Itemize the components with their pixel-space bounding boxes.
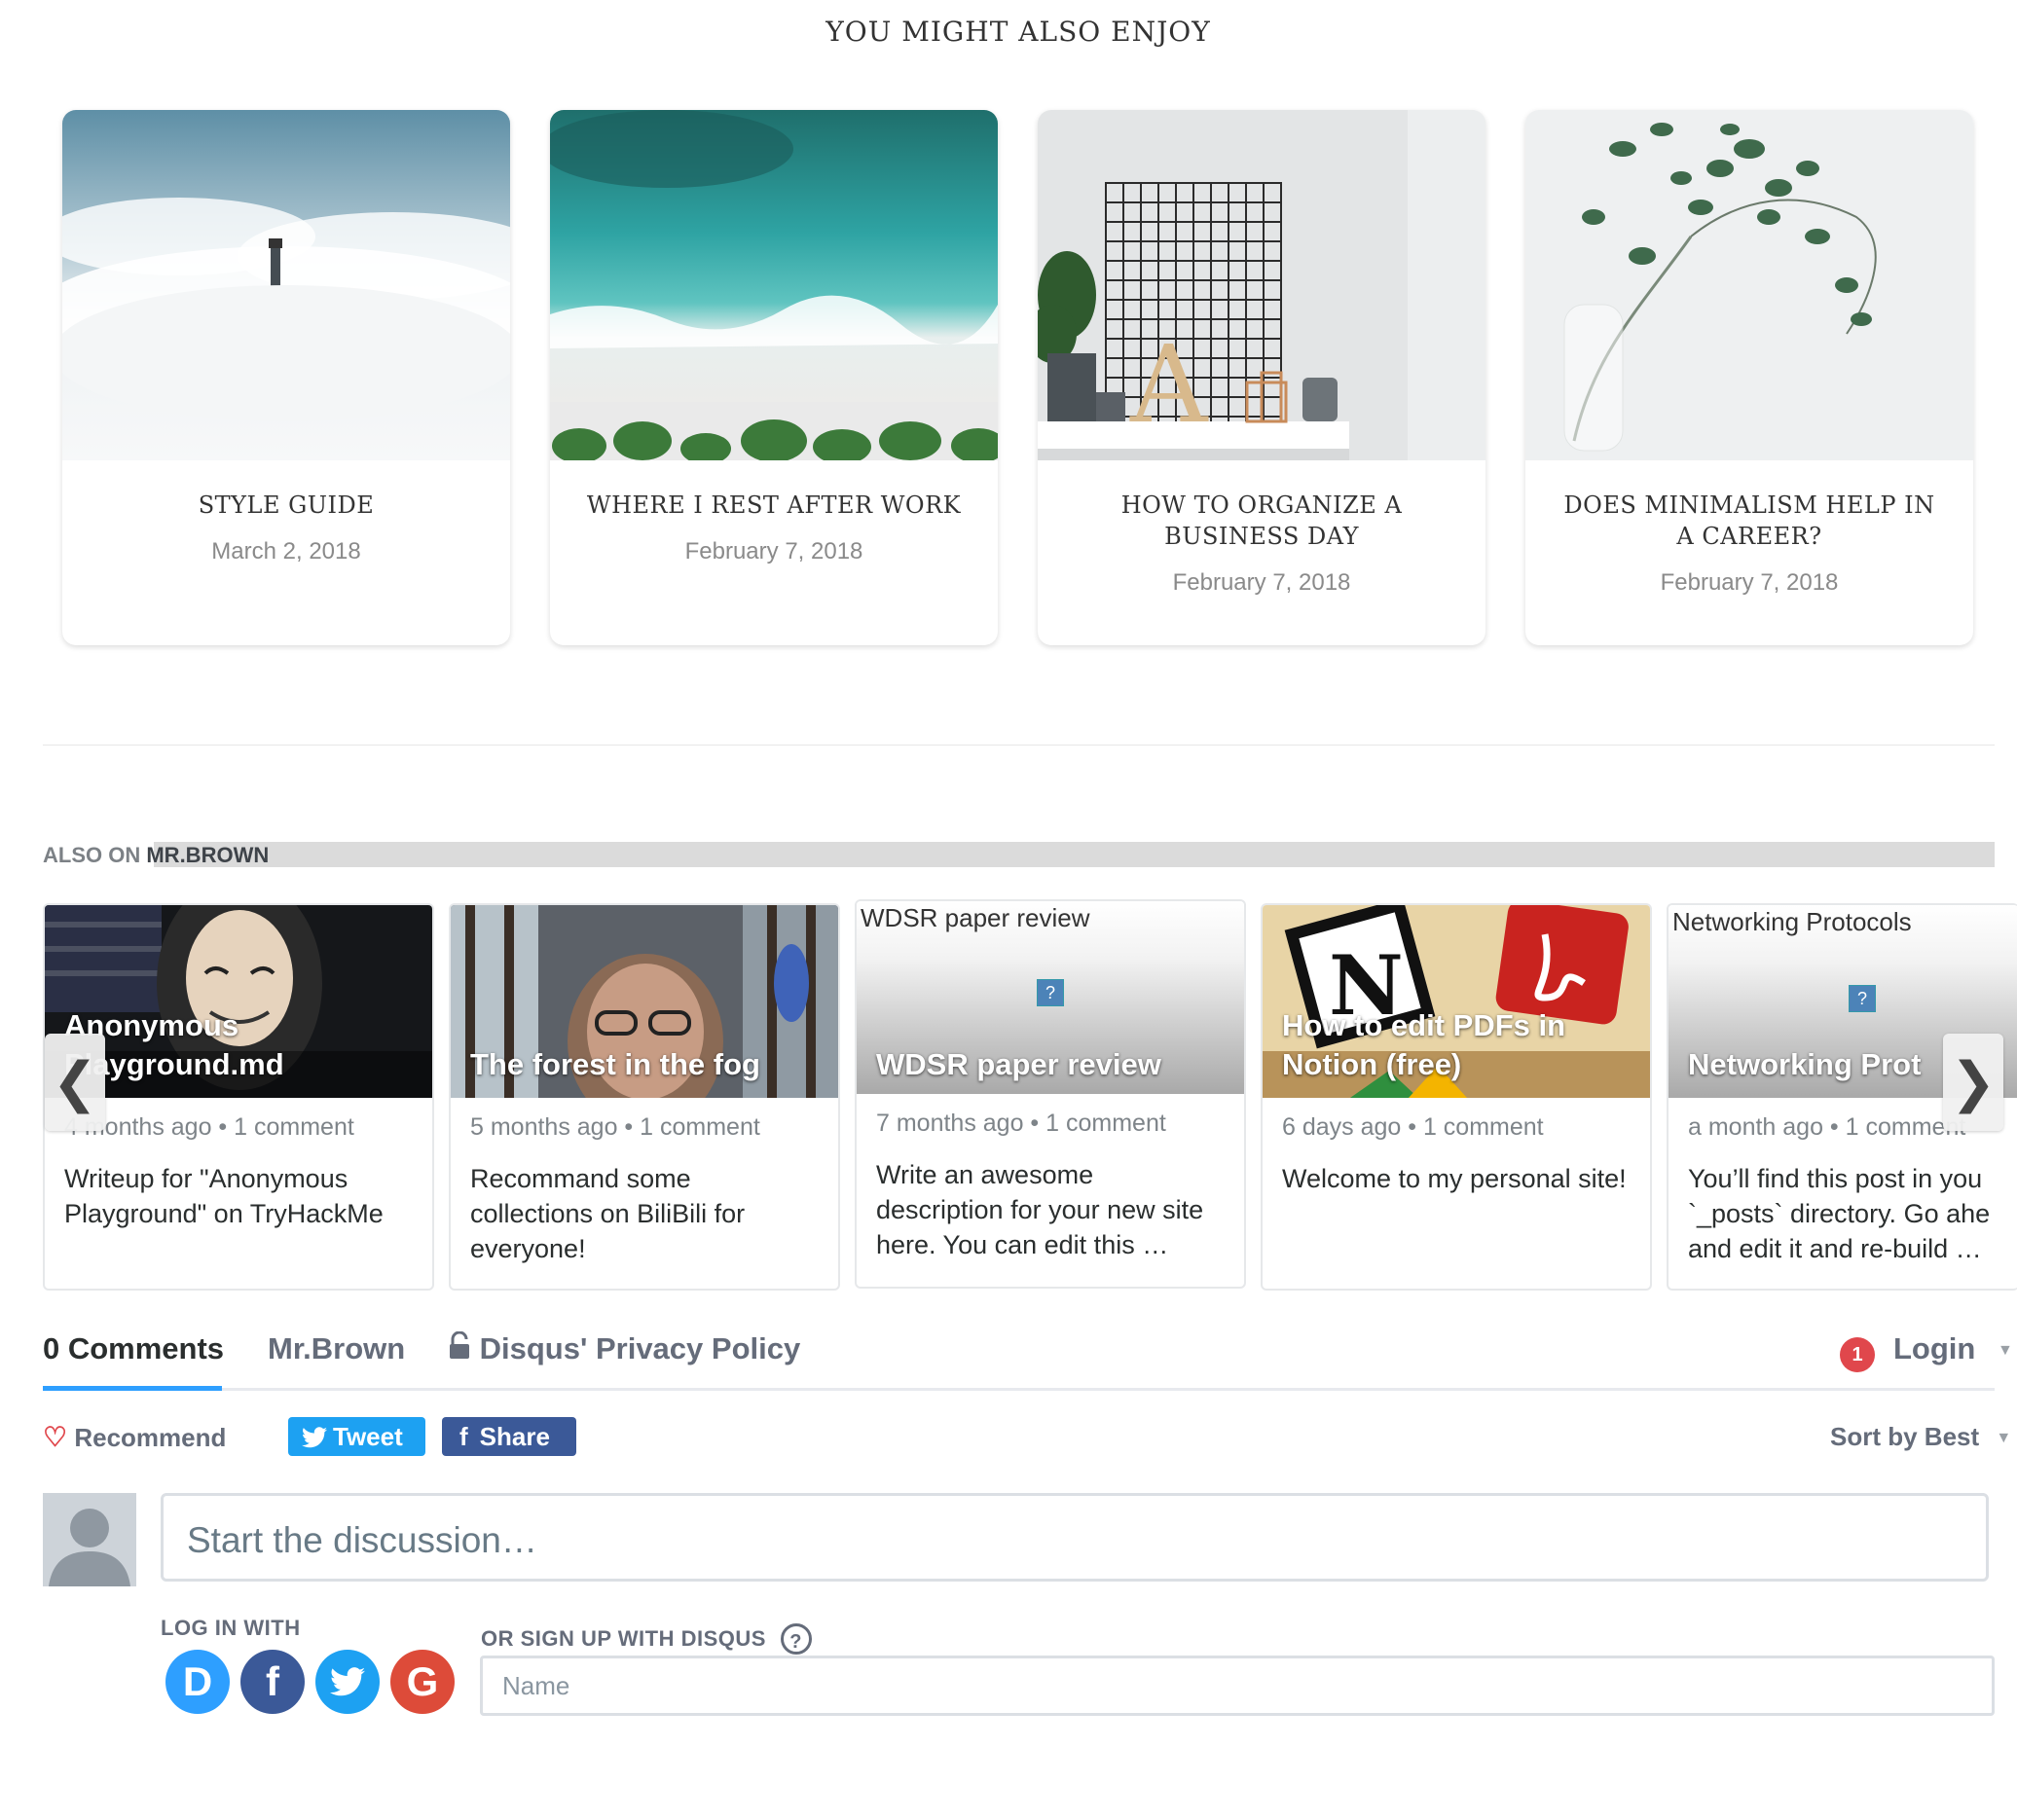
avatar xyxy=(43,1493,136,1586)
plant-image[interactable] xyxy=(1525,110,1973,460)
signup-heading: OR SIGN UP WITH DISQUS ? xyxy=(481,1623,812,1655)
recommend-label: Recommend xyxy=(74,1423,227,1452)
beach-image[interactable] xyxy=(550,110,998,460)
help-icon[interactable]: ? xyxy=(780,1623,812,1655)
also-on-site[interactable]: MR.BROWN xyxy=(146,843,269,867)
item-meta: 7 months ago • 1 comment xyxy=(876,1110,1166,1137)
share-button[interactable]: f Share xyxy=(442,1417,576,1456)
svg-text:A: A xyxy=(1129,322,1209,447)
related-card-rest-after-work[interactable]: WHERE I REST AFTER WORK February 7, 2018 xyxy=(550,110,998,645)
user-icon xyxy=(49,1509,130,1586)
facebook-icon: f xyxy=(459,1422,468,1451)
facebook-login-icon[interactable]: f xyxy=(240,1650,305,1714)
also-on-item[interactable]: The forest in the fog 5 months ago • 1 c… xyxy=(449,903,840,1291)
twitter-icon xyxy=(302,1427,327,1448)
login-label: Login xyxy=(1893,1331,1976,1365)
related-title[interactable]: STYLE GUIDE xyxy=(92,490,481,521)
related-title[interactable]: HOW TO ORGANIZE A BUSINESS DAY xyxy=(1067,490,1456,552)
item-description: Welcome to my personal site! xyxy=(1282,1164,1627,1193)
related-date: February 7, 2018 xyxy=(684,538,863,564)
item-title[interactable]: Anonymous Playground.md xyxy=(64,1006,422,1084)
broken-image-icon: ? xyxy=(1849,985,1876,1012)
related-title[interactable]: DOES MINIMALISM HELP IN A CAREER? xyxy=(1555,490,1944,552)
twitter-icon xyxy=(330,1667,365,1696)
lighthouse-image[interactable] xyxy=(62,110,510,460)
item-thumbnail[interactable]: WDSR paper review ? WDSR paper review xyxy=(857,901,1244,1094)
broken-image-icon: ? xyxy=(1037,979,1064,1006)
discussion-input[interactable]: Start the discussion… xyxy=(161,1493,1989,1582)
item-description: Writeup for "Anonymous Playground" on Tr… xyxy=(64,1164,384,1228)
login-button[interactable]: Login ▼ xyxy=(1893,1331,2013,1366)
item-thumbnail[interactable]: The forest in the fog xyxy=(451,905,838,1098)
login-with-heading: LOG IN WITH xyxy=(161,1616,301,1640)
tab-community[interactable]: Mr.Brown xyxy=(268,1331,405,1366)
item-thumbnail[interactable]: N How to edit PDFs in Notion (free) xyxy=(1263,905,1650,1098)
sort-label: Sort by Best xyxy=(1830,1422,1980,1451)
name-field[interactable]: Name xyxy=(480,1656,1995,1716)
related-date: February 7, 2018 xyxy=(1172,569,1351,596)
related-heading: YOU MIGHT ALSO ENJOY xyxy=(825,16,1211,48)
chevron-down-icon: ▼ xyxy=(1997,1342,2013,1359)
item-title[interactable]: How to edit PDFs in Notion (free) xyxy=(1282,1006,1640,1084)
carousel-prev-button[interactable]: ❮ xyxy=(45,1034,105,1131)
heart-icon: ♡ xyxy=(43,1422,68,1452)
tweet-button[interactable]: Tweet xyxy=(288,1417,425,1456)
tweet-label: Tweet xyxy=(333,1422,403,1451)
also-on-item[interactable]: WDSR paper review ? WDSR paper review 7 … xyxy=(855,899,1246,1289)
related-date: March 2, 2018 xyxy=(211,538,361,564)
section-divider xyxy=(43,745,1995,746)
broken-image-alt: Networking Protocols xyxy=(1672,907,1912,936)
broken-image-alt: WDSR paper review xyxy=(861,903,1090,932)
notification-badge[interactable]: 1 xyxy=(1840,1337,1875,1372)
item-description: Write an awesome description for your ne… xyxy=(876,1160,1204,1259)
lock-icon xyxy=(450,1330,469,1359)
google-login-icon[interactable]: G xyxy=(390,1650,455,1714)
also-on-item[interactable]: N How to edit PDFs in Notion (free) 6 da… xyxy=(1261,903,1652,1291)
related-title[interactable]: WHERE I REST AFTER WORK xyxy=(579,490,969,521)
tab-comments[interactable]: 0 Comments xyxy=(43,1331,224,1366)
related-card-minimalism[interactable]: DOES MINIMALISM HELP IN A CAREER? Februa… xyxy=(1525,110,1973,645)
also-on-prefix: ALSO ON xyxy=(43,843,141,867)
item-description: You’ll find this post in you `_posts` di… xyxy=(1688,1164,1991,1263)
item-meta: 6 days ago • 1 comment xyxy=(1282,1113,1544,1141)
related-card-style-guide[interactable]: STYLE GUIDE March 2, 2018 xyxy=(62,110,510,645)
also-on-heading: ALSO ON MR.BROWN xyxy=(43,843,269,868)
disqus-login-icon[interactable]: D xyxy=(165,1650,230,1714)
tabs-underline xyxy=(43,1388,1995,1391)
recommend-button[interactable]: ♡ Recommend xyxy=(43,1421,226,1453)
privacy-policy-link[interactable]: Disqus' Privacy Policy xyxy=(448,1330,801,1366)
item-description: Recommand some collections on BiliBili f… xyxy=(470,1164,746,1263)
twitter-login-icon[interactable] xyxy=(315,1650,380,1714)
share-label: Share xyxy=(479,1422,550,1451)
item-title[interactable]: Networking Prot xyxy=(1688,1045,1921,1084)
carousel-next-button[interactable]: ❯ xyxy=(1943,1034,2003,1131)
sort-dropdown[interactable]: Sort by Best ▼ xyxy=(1830,1422,2011,1452)
tab-active-indicator xyxy=(43,1386,222,1391)
item-title[interactable]: The forest in the fog xyxy=(470,1045,828,1084)
shelf-image[interactable]: A xyxy=(1038,110,1485,460)
signup-label: OR SIGN UP WITH DISQUS xyxy=(481,1626,766,1651)
chevron-down-icon: ▼ xyxy=(1996,1430,2012,1446)
item-meta: 5 months ago • 1 comment xyxy=(470,1113,760,1141)
item-title[interactable]: WDSR paper review xyxy=(876,1045,1234,1084)
also-on-bar xyxy=(154,842,1995,867)
privacy-policy-label: Disqus' Privacy Policy xyxy=(479,1331,801,1365)
related-card-organize-business-day[interactable]: A HOW TO ORGANIZE A BUSINESS DAY Februar… xyxy=(1038,110,1485,645)
related-date: February 7, 2018 xyxy=(1660,569,1839,596)
